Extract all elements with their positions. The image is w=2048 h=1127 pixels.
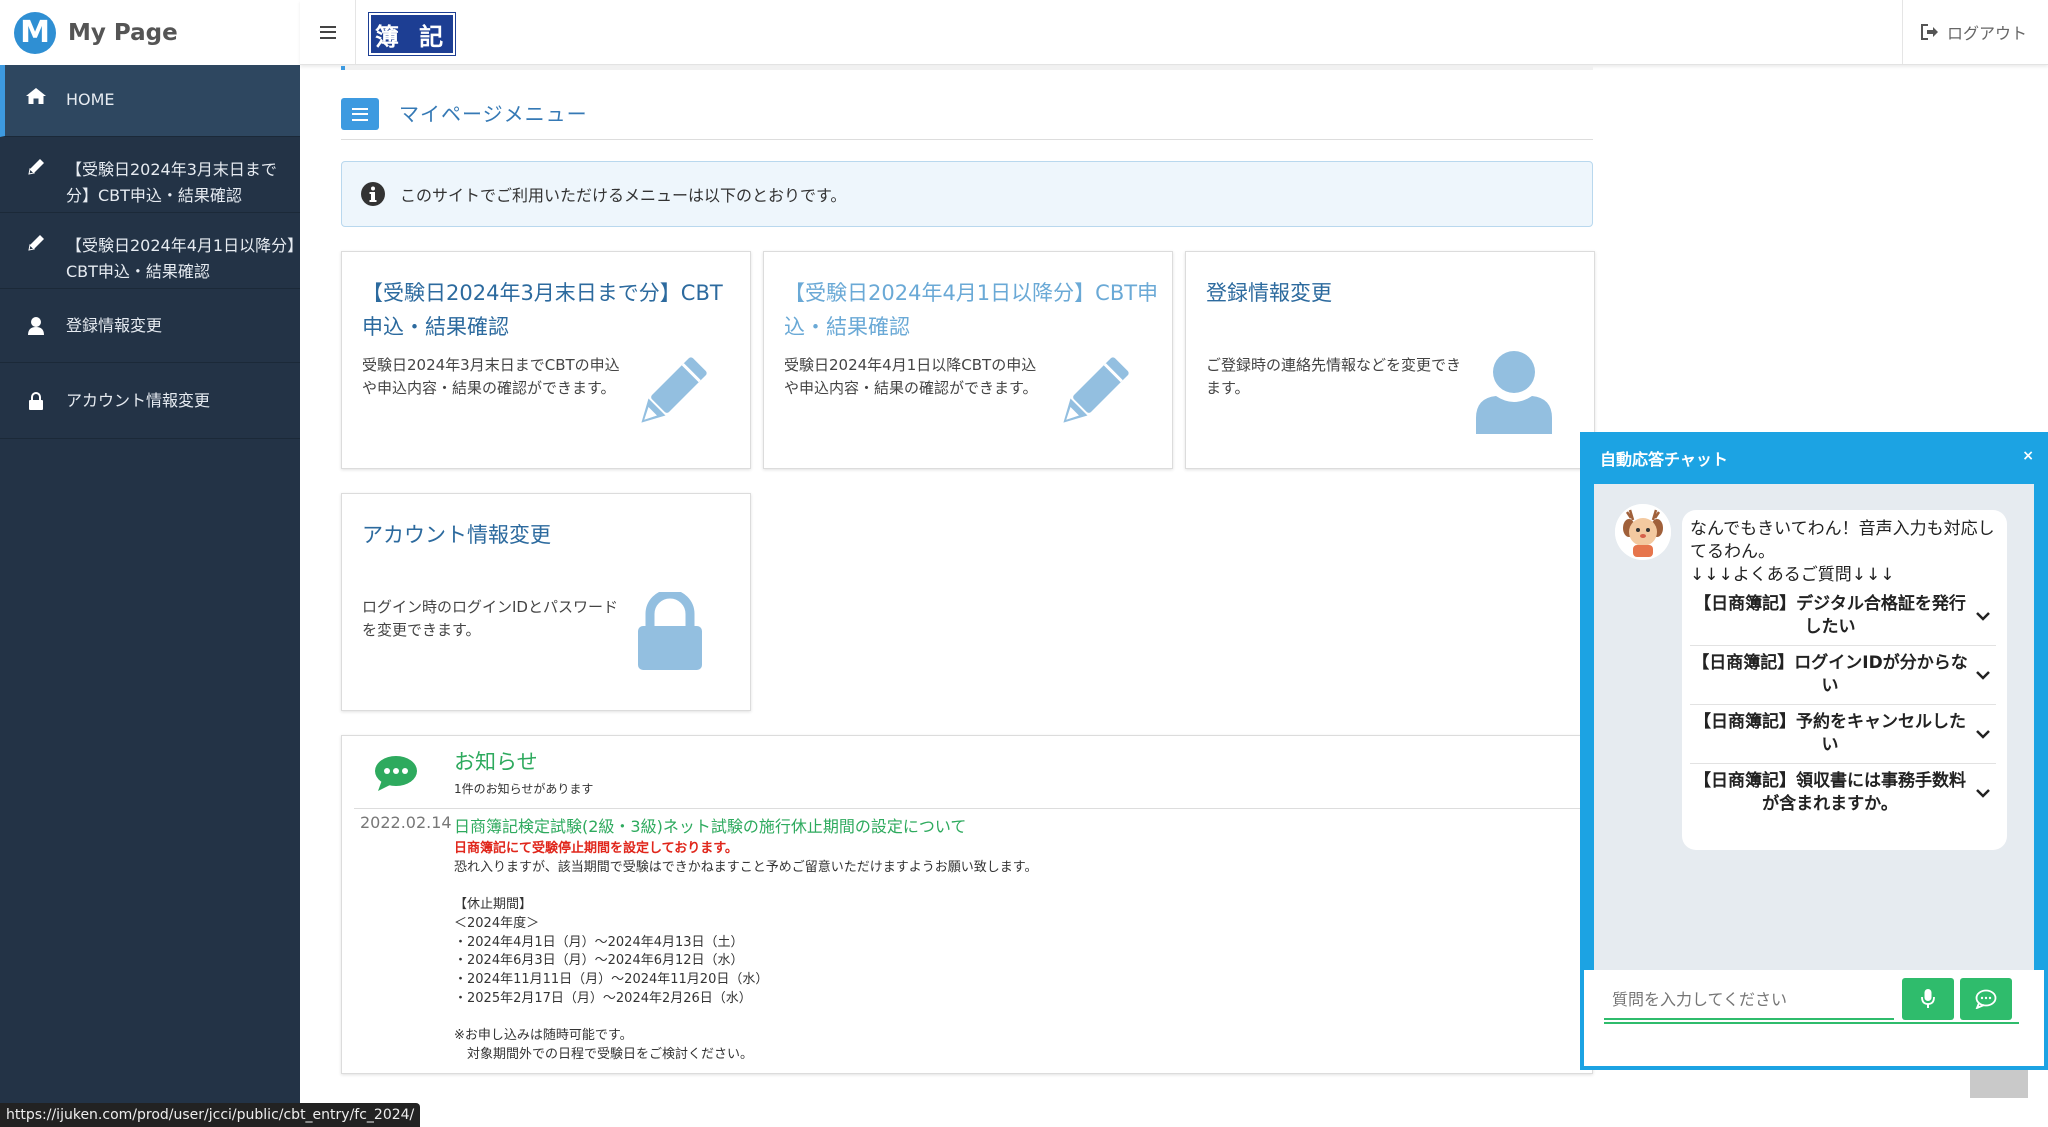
news-body: 日商簿記にて受験停止期間を設定しております。 恐れ入りますが、該当期間で受験はで… xyxy=(454,840,1037,1064)
card-cbt-2024-april[interactable]: 【受験日2024年4月1日以降分】CBT申込・結果確認 受験日2024年4月1日… xyxy=(763,251,1173,469)
section-title: マイページメニュー xyxy=(399,102,588,126)
faq-label: 【日商簿記】デジタル合格証を発行したい xyxy=(1694,594,1966,637)
pencil-icon xyxy=(22,233,50,253)
sidebar-item-account[interactable]: アカウント情報変更 xyxy=(0,363,300,439)
chat-title: 自動応答チャット xyxy=(1600,450,1728,469)
speech-bubble-icon xyxy=(374,754,418,796)
news-title: お知らせ xyxy=(454,750,538,774)
sidebar-item-home[interactable]: HOME xyxy=(0,65,300,137)
user-icon xyxy=(1476,350,1552,438)
sidebar-item-label: 【受験日2024年3月末日まで分】CBT申込・結果確認 xyxy=(66,160,277,205)
sidebar-item-cbt-2024-march[interactable]: 【受験日2024年3月末日まで分】CBT申込・結果確認 xyxy=(0,137,300,213)
status-url: https://ijuken.com/prod/user/jcci/public… xyxy=(0,1103,421,1127)
user-icon xyxy=(22,316,50,336)
logout-button[interactable]: ログアウト xyxy=(1902,0,2048,64)
info-alert: このサイトでご利用いただけるメニューは以下のとおりです。 xyxy=(341,161,1593,227)
card-registration[interactable]: 登録情報変更 ご登録時の連絡先情報などを変更できます。 xyxy=(1185,251,1595,469)
faq-item[interactable]: 【日商簿記】予約をキャンセルしたい xyxy=(1690,705,1996,764)
sidebar-item-label: アカウント情報変更 xyxy=(66,390,211,410)
card-title: アカウント情報変更 xyxy=(362,523,551,547)
news-date: 2022.02.14 xyxy=(360,813,452,832)
bot-message-bubble: なんでもきいてわん！音声入力も対応してるわん。 ↓↓↓よくあるご質問↓↓↓ 【日… xyxy=(1682,510,2007,850)
lock-icon xyxy=(638,589,702,674)
brand-logo: M xyxy=(14,11,56,54)
chat-widget: 自動応答チャット × なんでもきいてわん！音声入力も対応してるわん。 ↓↓↓よく… xyxy=(1580,432,2048,1070)
brand-title: My Page xyxy=(68,19,178,46)
news-panel: お知らせ 1件のお知らせがあります 2022.02.14 日商簿記検定試験(2級… xyxy=(341,735,1593,1074)
news-warning: 日商簿記にて受験停止期間を設定しております。 xyxy=(454,841,738,856)
lock-icon xyxy=(22,391,50,410)
sidebar-item-label: 登録情報変更 xyxy=(66,315,163,335)
card-title: 登録情報変更 xyxy=(1206,281,1332,305)
top-header: 簿 記 ログアウト xyxy=(300,0,2048,65)
news-text: 恐れ入りますが、該当期間で受験はできかねますこと予めご留意いただけますようお願い… xyxy=(454,859,1038,1062)
accent-line xyxy=(341,66,1593,70)
card-desc: ご登録時の連絡先情報などを変更できます。 xyxy=(1206,356,1462,397)
send-message-button[interactable] xyxy=(1960,978,2012,1020)
chat-header: 自動応答チャット × xyxy=(1584,436,2044,480)
news-headline-link[interactable]: 日商簿記検定試験(2級・3級)ネット試験の施行休止期間の設定について xyxy=(454,813,966,837)
section-header: マイページメニュー xyxy=(341,98,1593,140)
pencil-icon xyxy=(1048,352,1134,442)
faq-label: 【日商簿記】予約をキャンセルしたい xyxy=(1694,712,1966,755)
brand[interactable]: M My Page xyxy=(0,0,300,65)
card-account[interactable]: アカウント情報変更 ログイン時のログインIDとパスワードを変更できます。 xyxy=(341,493,751,711)
faq-item[interactable]: 【日商簿記】ログインIDが分からない xyxy=(1690,646,1996,705)
logout-label: ログアウト xyxy=(1947,24,2028,43)
sidebar-item-cbt-2024-april[interactable]: 【受験日2024年4月1日以降分】CBT申込・結果確認 xyxy=(0,213,300,289)
card-desc: ログイン時のログインIDとパスワードを変更できます。 xyxy=(362,598,618,639)
chat-send-icon xyxy=(1975,989,1997,1009)
faq-item[interactable]: 【日商簿記】領収書には事務手数料が含まれますか。 xyxy=(1690,764,1996,822)
card-title: 【受験日2024年4月1日以降分】CBT申込・結果確認 xyxy=(784,281,1159,339)
card-desc: 受験日2024年3月末日までCBTの申込や申込内容・結果の確認ができます。 xyxy=(362,356,620,397)
menu-toggle-button[interactable] xyxy=(300,0,356,64)
menu-list-icon xyxy=(341,98,379,130)
voice-input-button[interactable] xyxy=(1902,978,1954,1020)
faq-header: ↓↓↓よくあるご質問↓↓↓ xyxy=(1690,565,1895,585)
input-underline xyxy=(1604,1022,2019,1024)
chevron-down-icon xyxy=(1970,670,1996,680)
chat-input-area xyxy=(1584,970,2044,1066)
card-title: 【受験日2024年3月末日まで分】CBT申込・結果確認 xyxy=(362,281,723,339)
chat-question-input[interactable] xyxy=(1604,980,1894,1020)
faq-label: 【日商簿記】ログインIDが分からない xyxy=(1692,653,1968,696)
sidebar-item-label: 【受験日2024年4月1日以降分】CBT申込・結果確認 xyxy=(66,236,296,281)
logout-icon xyxy=(1921,24,1938,40)
pencil-icon xyxy=(626,352,712,442)
chat-messages: なんでもきいてわん！音声入力も対応してるわん。 ↓↓↓よくあるご質問↓↓↓ 【日… xyxy=(1594,484,2034,970)
home-icon xyxy=(22,87,50,105)
card-cbt-2024-march[interactable]: 【受験日2024年3月末日まで分】CBT申込・結果確認 受験日2024年3月末日… xyxy=(341,251,751,469)
bot-greeting: なんでもきいてわん！音声入力も対応してるわん。 xyxy=(1690,519,1995,562)
info-text: このサイトでご利用いただけるメニューは以下のとおりです。 xyxy=(400,186,847,205)
divider xyxy=(354,808,1582,809)
faq-label: 【日商簿記】領収書には事務手数料が含まれますか。 xyxy=(1694,771,1966,814)
boki-badge[interactable]: 簿 記 xyxy=(368,12,456,56)
info-icon xyxy=(361,182,385,206)
bot-avatar xyxy=(1615,504,1671,560)
news-count: 1件のお知らせがあります xyxy=(454,782,594,796)
chevron-down-icon xyxy=(1970,729,1996,739)
chevron-down-icon xyxy=(1970,611,1996,621)
chat-close-button[interactable]: × xyxy=(2022,448,2034,464)
chevron-down-icon xyxy=(1970,788,1996,798)
card-desc: 受験日2024年4月1日以降CBTの申込や申込内容・結果の確認ができます。 xyxy=(784,356,1038,397)
faq-item[interactable]: 【日商簿記】デジタル合格証を発行したい xyxy=(1690,587,1996,646)
hamburger-icon xyxy=(319,25,336,39)
microphone-icon xyxy=(1921,989,1935,1008)
sidebar-nav: HOME xyxy=(0,65,300,137)
sidebar-item-registration[interactable]: 登録情報変更 xyxy=(0,289,300,363)
pencil-icon xyxy=(22,157,50,177)
sidebar-item-label: HOME xyxy=(66,90,115,109)
